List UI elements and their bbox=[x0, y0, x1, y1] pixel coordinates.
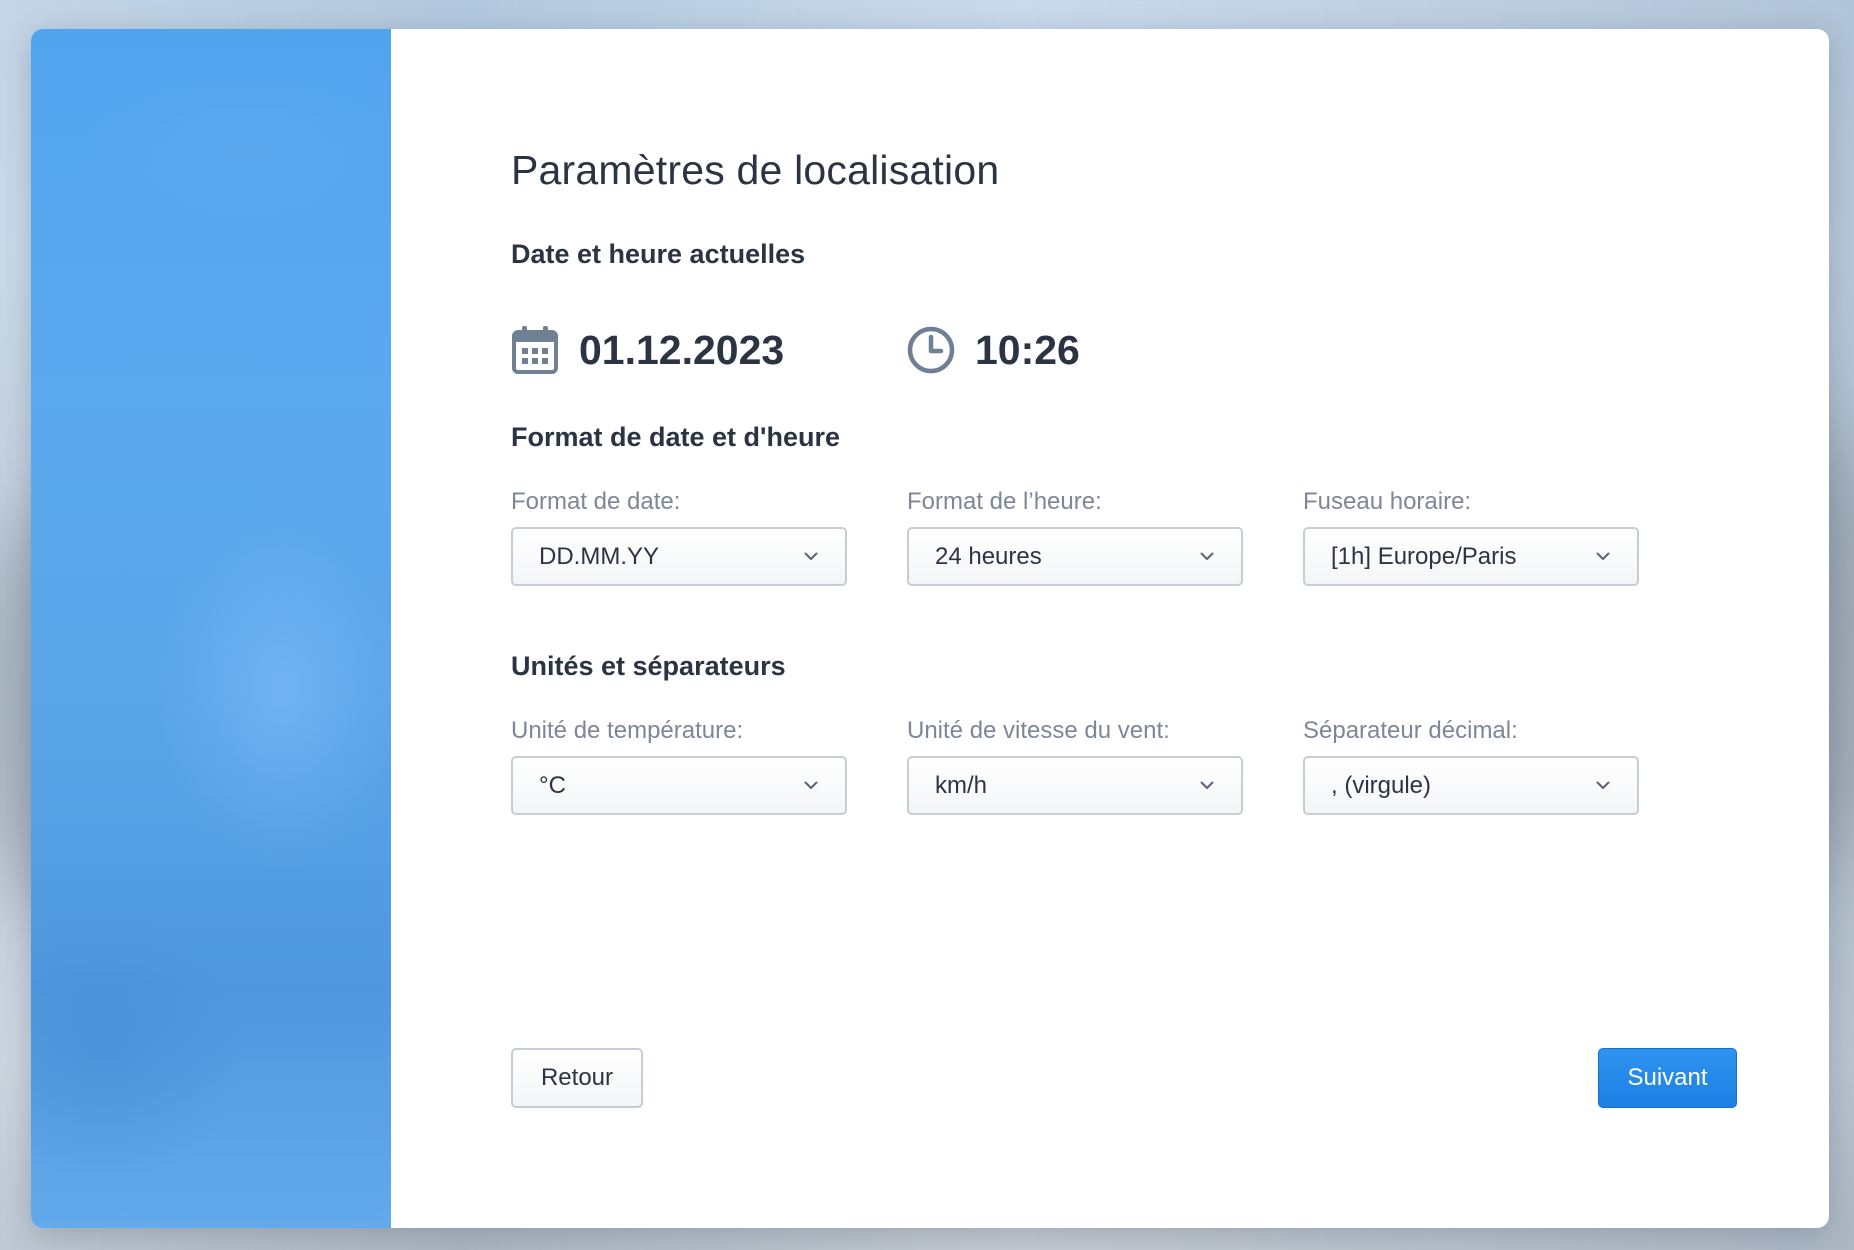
current-time-value: 10:26 bbox=[975, 326, 1080, 373]
temperature-unit-label: Unité de température: bbox=[511, 717, 744, 744]
decimal-separator-value: , (virgule) bbox=[1331, 771, 1432, 799]
temperature-unit-select[interactable]: °C bbox=[511, 756, 847, 815]
units-heading: Unités et séparateurs bbox=[511, 651, 786, 681]
timezone-select[interactable]: [1h] Europe/Paris bbox=[1303, 527, 1639, 586]
wind-speed-unit-label: Unité de vitesse du vent: bbox=[907, 717, 1170, 744]
clock-icon bbox=[907, 326, 955, 374]
chevron-down-icon bbox=[1595, 549, 1611, 565]
wind-speed-unit-select[interactable]: km/h bbox=[907, 756, 1243, 815]
temperature-unit-value: °C bbox=[539, 771, 566, 799]
time-format-value: 24 heures bbox=[935, 542, 1042, 570]
temperature-unit-field: Unité de température: °C bbox=[511, 716, 847, 815]
chevron-down-icon bbox=[803, 549, 819, 565]
date-format-select[interactable]: DD.MM.YY bbox=[511, 527, 847, 586]
date-format-field: Format de date: DD.MM.YY bbox=[511, 487, 847, 586]
decimal-separator-label: Séparateur décimal: bbox=[1303, 717, 1518, 744]
chevron-down-icon bbox=[1199, 778, 1215, 794]
sidebar-panel bbox=[31, 29, 391, 1228]
next-button[interactable]: Suivant bbox=[1598, 1048, 1737, 1108]
time-format-field: Format de l’heure: 24 heures bbox=[907, 487, 1243, 586]
date-format-value: DD.MM.YY bbox=[539, 542, 659, 570]
wind-speed-unit-field: Unité de vitesse du vent: km/h bbox=[907, 716, 1243, 815]
current-date-value: 01.12.2023 bbox=[579, 326, 785, 373]
timezone-value: [1h] Europe/Paris bbox=[1331, 542, 1517, 570]
main-content: Paramètres de localisation Date et heure… bbox=[391, 29, 1829, 1228]
wind-speed-unit-value: km/h bbox=[935, 771, 988, 799]
time-format-select[interactable]: 24 heures bbox=[907, 527, 1243, 586]
current-datetime-row: 01.12.2023 10:26 bbox=[511, 325, 1080, 375]
chevron-down-icon bbox=[803, 778, 819, 794]
time-format-label: Format de l’heure: bbox=[907, 488, 1102, 515]
calendar-icon bbox=[511, 326, 559, 374]
decimal-separator-select[interactable]: , (virgule) bbox=[1303, 756, 1639, 815]
current-datetime-heading: Date et heure actuelles bbox=[511, 239, 806, 269]
format-heading: Format de date et d'heure bbox=[511, 422, 840, 452]
settings-window: Paramètres de localisation Date et heure… bbox=[31, 29, 1829, 1228]
decimal-separator-field: Séparateur décimal: , (virgule) bbox=[1303, 716, 1639, 815]
back-button[interactable]: Retour bbox=[511, 1048, 643, 1108]
chevron-down-icon bbox=[1595, 778, 1611, 794]
chevron-down-icon bbox=[1199, 549, 1215, 565]
current-date: 01.12.2023 bbox=[511, 326, 907, 374]
timezone-label: Fuseau horaire: bbox=[1303, 488, 1472, 515]
current-time: 10:26 bbox=[907, 326, 1080, 374]
page-title: Paramètres de localisation bbox=[511, 147, 1000, 193]
date-format-label: Format de date: bbox=[511, 488, 681, 515]
timezone-field: Fuseau horaire: [1h] Europe/Paris bbox=[1303, 487, 1639, 586]
